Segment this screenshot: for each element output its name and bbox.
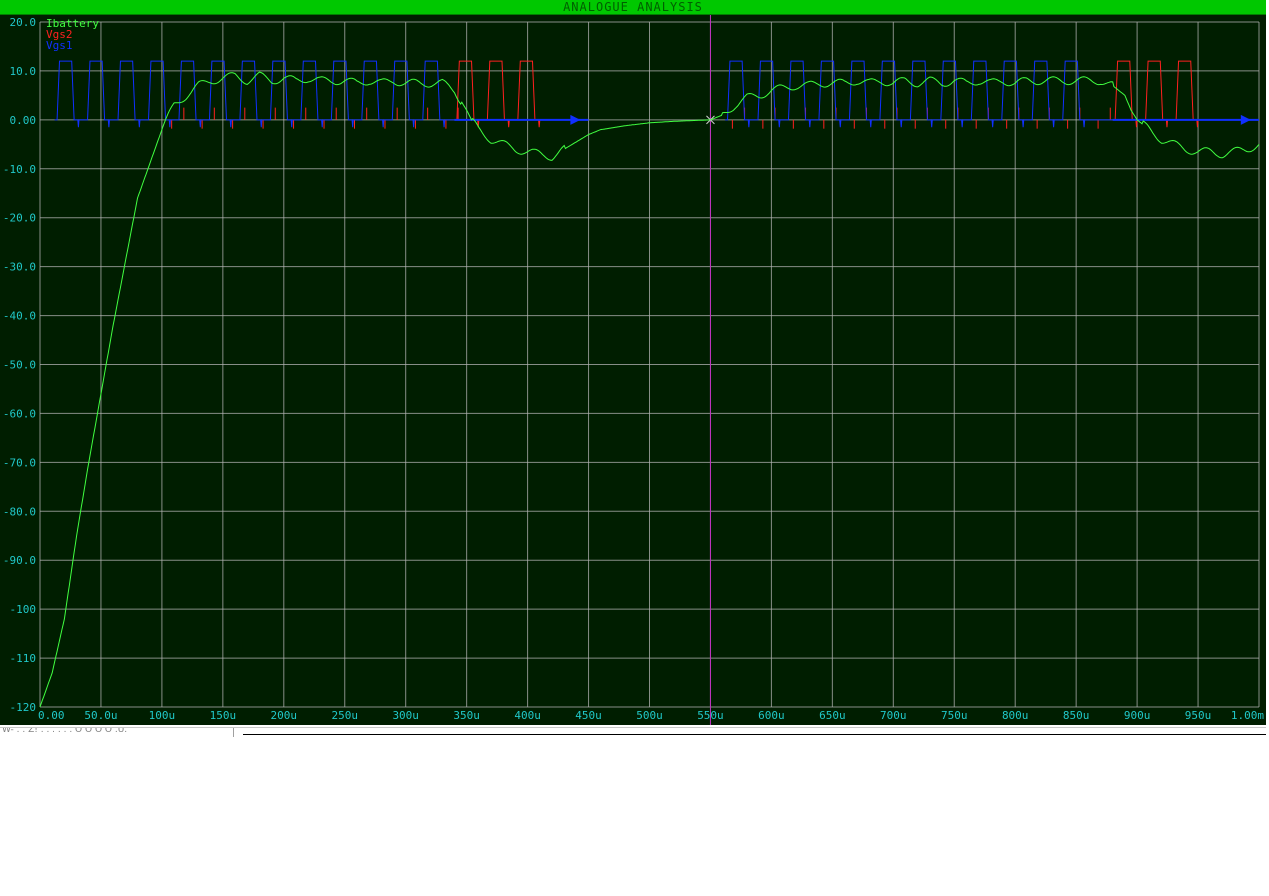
status-separator (233, 728, 234, 737)
x-axis-ticks: 0.00 50.0u 100u 150u 200u 250u 300u 350u 400u 450… (38, 709, 1264, 722)
x-tick-label: 1.00m (1231, 709, 1264, 722)
y-tick-label: -30.0 (3, 261, 36, 274)
title-bar[interactable]: ANALOGUE ANALYSIS (0, 0, 1266, 15)
x-tick-label: 100u (149, 709, 176, 722)
status-bar: W- . . Z! . . . . . . O O O O .U. (0, 727, 1266, 737)
x-tick-label: 600u (758, 709, 785, 722)
y-tick-label: -90.0 (3, 554, 36, 567)
legend-vgs1: Vgs1 (46, 39, 73, 52)
y-tick-label: 0.00 (10, 114, 37, 127)
x-tick-label: 700u (880, 709, 907, 722)
y-tick-label: -110 (10, 652, 37, 665)
status-text: W- . . Z! . . . . . . O O O O .U. (2, 727, 128, 735)
x-tick-label: 250u (332, 709, 359, 722)
x-tick-label: 650u (819, 709, 846, 722)
analogue-analysis-window: ANALOGUE ANALYSIS 20.0 10.0 0.00 -10.0 -20.0… (0, 0, 1269, 896)
grid (39, 21, 1260, 708)
x-tick-label: 850u (1063, 709, 1090, 722)
window-title: ANALOGUE ANALYSIS (563, 0, 703, 14)
x-tick-label: 50.0u (84, 709, 117, 722)
x-tick-label: 750u (941, 709, 968, 722)
y-tick-label: -50.0 (3, 359, 36, 372)
x-tick-label: 500u (636, 709, 663, 722)
y-tick-label: -100 (10, 603, 37, 616)
graph-panel[interactable]: 20.0 10.0 0.00 -10.0 -20.0 -30.0 -40.0 -50.0 -60… (0, 15, 1266, 725)
x-tick-label: 200u (271, 709, 298, 722)
y-tick-label: -20.0 (3, 212, 36, 225)
x-tick-label: 0.00 (38, 709, 65, 722)
y-tick-label: -40.0 (3, 310, 36, 323)
y-tick-label: -70.0 (3, 456, 36, 469)
y-tick-label: -60.0 (3, 407, 36, 420)
x-tick-label: 400u (514, 709, 541, 722)
x-tick-label: 900u (1124, 709, 1151, 722)
x-tick-label: 300u (392, 709, 419, 722)
x-tick-label: 550u (697, 709, 724, 722)
x-tick-label: 150u (210, 709, 237, 722)
x-tick-label: 950u (1185, 709, 1212, 722)
y-tick-label: -10.0 (3, 163, 36, 176)
x-tick-label: 350u (453, 709, 480, 722)
y-tick-label: 20.0 (10, 16, 37, 29)
x-tick-label: 800u (1002, 709, 1029, 722)
analogue-graph[interactable]: 20.0 10.0 0.00 -10.0 -20.0 -30.0 -40.0 -50.0 -60… (0, 15, 1266, 725)
status-divider (243, 734, 1266, 735)
y-tick-label: -80.0 (3, 505, 36, 518)
x-tick-label: 450u (575, 709, 602, 722)
y-tick-label: 10.0 (10, 65, 37, 78)
y-tick-label: -120 (10, 701, 37, 714)
